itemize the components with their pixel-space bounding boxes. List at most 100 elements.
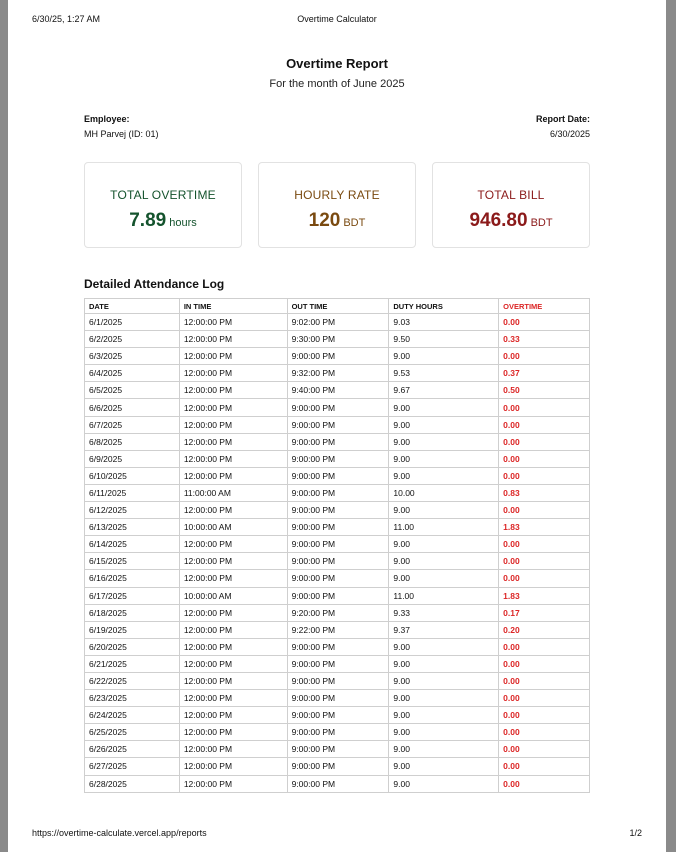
overtime-cell: 0.00 — [498, 637, 590, 656]
duty-hours-cell: 11.00 — [388, 586, 500, 605]
in-time-cell: 12:00:00 PM — [178, 774, 288, 793]
out-time-cell: 9:30:00 PM — [286, 330, 390, 349]
in-time-cell: 10:00:00 AM — [178, 518, 288, 537]
out-time-cell: 9:00:00 PM — [286, 552, 390, 571]
date-cell: 6/3/2025 — [84, 347, 180, 366]
overtime-cell: 0.00 — [498, 312, 590, 332]
date-cell: 6/2/2025 — [84, 330, 180, 349]
out-time-cell: 9:00:00 PM — [286, 740, 390, 759]
out-time-cell: 9:00:00 PM — [286, 706, 390, 725]
overtime-cell: 0.37 — [498, 364, 590, 383]
out-time-cell: 9:00:00 PM — [286, 449, 390, 468]
hourly-rate-number: 120 — [308, 210, 341, 231]
duty-hours-cell: 9.00 — [388, 552, 500, 571]
date-cell: 6/25/2025 — [84, 723, 180, 742]
hourly-rate-card: HOURLY RATE 120 BDT — [258, 162, 416, 248]
report-title: Overtime Report — [286, 56, 388, 71]
in-time-cell: 12:00:00 PM — [178, 740, 288, 759]
total-overtime-number: 7.89 — [129, 210, 167, 231]
overtime-cell: 0.00 — [498, 535, 590, 554]
duty-hours-cell: 9.00 — [388, 415, 500, 434]
attendance-log-table: DATE IN TIME OUT TIME DUTY HOURS OVERTIM… — [84, 298, 590, 793]
date-cell: 6/17/2025 — [84, 586, 180, 605]
overtime-cell: 0.00 — [498, 654, 590, 673]
total-overtime-unit: hours — [169, 217, 197, 229]
date-cell: 6/4/2025 — [84, 364, 180, 383]
duty-hours-cell: 9.50 — [388, 330, 500, 349]
table-row: 6/10/2025 12:00:00 PM 9:00:00 PM 9.00 0.00 — [84, 466, 590, 485]
date-cell: 6/11/2025 — [84, 483, 180, 503]
col-header-duty-hours: DUTY HOURS — [388, 298, 500, 314]
out-time-cell: 9:22:00 PM — [286, 620, 390, 639]
overtime-cell: 1.83 — [498, 518, 590, 537]
duty-hours-cell: 9.00 — [388, 347, 500, 366]
total-bill-card: TOTAL BILL 946.80 BDT — [432, 162, 590, 248]
total-overtime-value: 7.89 hours — [85, 210, 241, 232]
in-time-cell: 12:00:00 PM — [178, 706, 288, 725]
date-cell: 6/12/2025 — [84, 501, 180, 520]
duty-hours-cell: 9.00 — [388, 637, 500, 656]
table-row: 6/15/2025 12:00:00 PM 9:00:00 PM 9.00 0.00 — [84, 552, 590, 571]
in-time-cell: 12:00:00 PM — [178, 620, 288, 639]
duty-hours-cell: 9.00 — [388, 706, 500, 725]
in-time-cell: 12:00:00 PM — [178, 689, 288, 708]
in-time-cell: 12:00:00 PM — [178, 381, 288, 400]
in-time-cell: 12:00:00 PM — [178, 415, 288, 434]
in-time-cell: 12:00:00 PM — [178, 466, 288, 485]
out-time-cell: 9:00:00 PM — [286, 586, 390, 605]
table-row: 6/8/2025 12:00:00 PM 9:00:00 PM 9.00 0.00 — [84, 432, 590, 451]
out-time-cell: 9:00:00 PM — [286, 569, 390, 588]
in-time-cell: 12:00:00 PM — [178, 723, 288, 742]
total-bill-value: 946.80 BDT — [433, 210, 589, 232]
date-cell: 6/18/2025 — [84, 603, 180, 622]
overtime-cell: 0.00 — [498, 774, 590, 793]
date-cell: 6/23/2025 — [84, 689, 180, 708]
overtime-cell: 1.83 — [498, 586, 590, 605]
date-cell: 6/8/2025 — [84, 432, 180, 451]
col-header-overtime: OVERTIME — [498, 298, 590, 314]
report-date-label: Report Date: — [535, 114, 590, 124]
overtime-cell: 0.00 — [498, 449, 590, 468]
summary-cards: TOTAL OVERTIME 7.89 hours HOURLY RATE 120… — [84, 162, 590, 248]
out-time-cell: 9:02:00 PM — [286, 312, 390, 332]
hourly-rate-unit: BDT — [343, 217, 366, 229]
date-cell: 6/16/2025 — [84, 569, 180, 588]
duty-hours-cell: 9.33 — [388, 603, 500, 622]
date-cell: 6/21/2025 — [84, 654, 180, 673]
duty-hours-cell: 9.03 — [388, 312, 500, 332]
table-row: 6/22/2025 12:00:00 PM 9:00:00 PM 9.00 0.00 — [84, 671, 590, 691]
date-cell: 6/15/2025 — [84, 552, 180, 571]
out-time-cell: 9:00:00 PM — [286, 432, 390, 451]
duty-hours-cell: 9.00 — [388, 774, 500, 793]
out-time-cell: 9:00:00 PM — [286, 398, 390, 417]
col-header-out-time: OUT TIME — [286, 298, 390, 314]
table-header-row: DATE IN TIME OUT TIME DUTY HOURS OVERTIM… — [84, 298, 590, 314]
out-time-cell: 9:40:00 PM — [286, 381, 390, 400]
table-row: 6/12/2025 12:00:00 PM 9:00:00 PM 9.00 0.00 — [84, 501, 590, 520]
table-row: 6/20/2025 12:00:00 PM 9:00:00 PM 9.00 0.00 — [84, 637, 590, 656]
out-time-cell: 9:00:00 PM — [286, 466, 390, 485]
in-time-cell: 12:00:00 PM — [178, 603, 288, 622]
hourly-rate-value: 120 BDT — [259, 210, 415, 232]
date-cell: 6/24/2025 — [84, 706, 180, 725]
in-time-cell: 12:00:00 PM — [178, 757, 288, 776]
out-time-cell: 9:00:00 PM — [286, 483, 390, 503]
in-time-cell: 10:00:00 AM — [178, 586, 288, 605]
date-cell: 6/26/2025 — [84, 740, 180, 759]
total-bill-label: TOTAL BILL — [477, 188, 545, 202]
duty-hours-cell: 9.00 — [388, 535, 500, 554]
duty-hours-cell: 9.00 — [388, 449, 500, 468]
out-time-cell: 9:00:00 PM — [286, 671, 390, 691]
date-cell: 6/27/2025 — [84, 757, 180, 776]
table-row: 6/19/2025 12:00:00 PM 9:22:00 PM 9.37 0.20 — [84, 620, 590, 639]
overtime-cell: 0.33 — [498, 330, 590, 349]
out-time-cell: 9:00:00 PM — [286, 637, 390, 656]
print-app-title: Overtime Calculator — [297, 14, 377, 24]
attendance-log-title: Detailed Attendance Log — [84, 277, 225, 291]
total-bill-number: 946.80 — [469, 210, 528, 231]
date-cell: 6/13/2025 — [84, 518, 180, 537]
total-overtime-label: TOTAL OVERTIME — [110, 188, 216, 202]
in-time-cell: 12:00:00 PM — [178, 347, 288, 366]
attendance-log-body: 6/1/2025 12:00:00 PM 9:02:00 PM 9.03 0.00 6/2… — [84, 312, 590, 793]
overtime-cell: 0.00 — [498, 757, 590, 776]
